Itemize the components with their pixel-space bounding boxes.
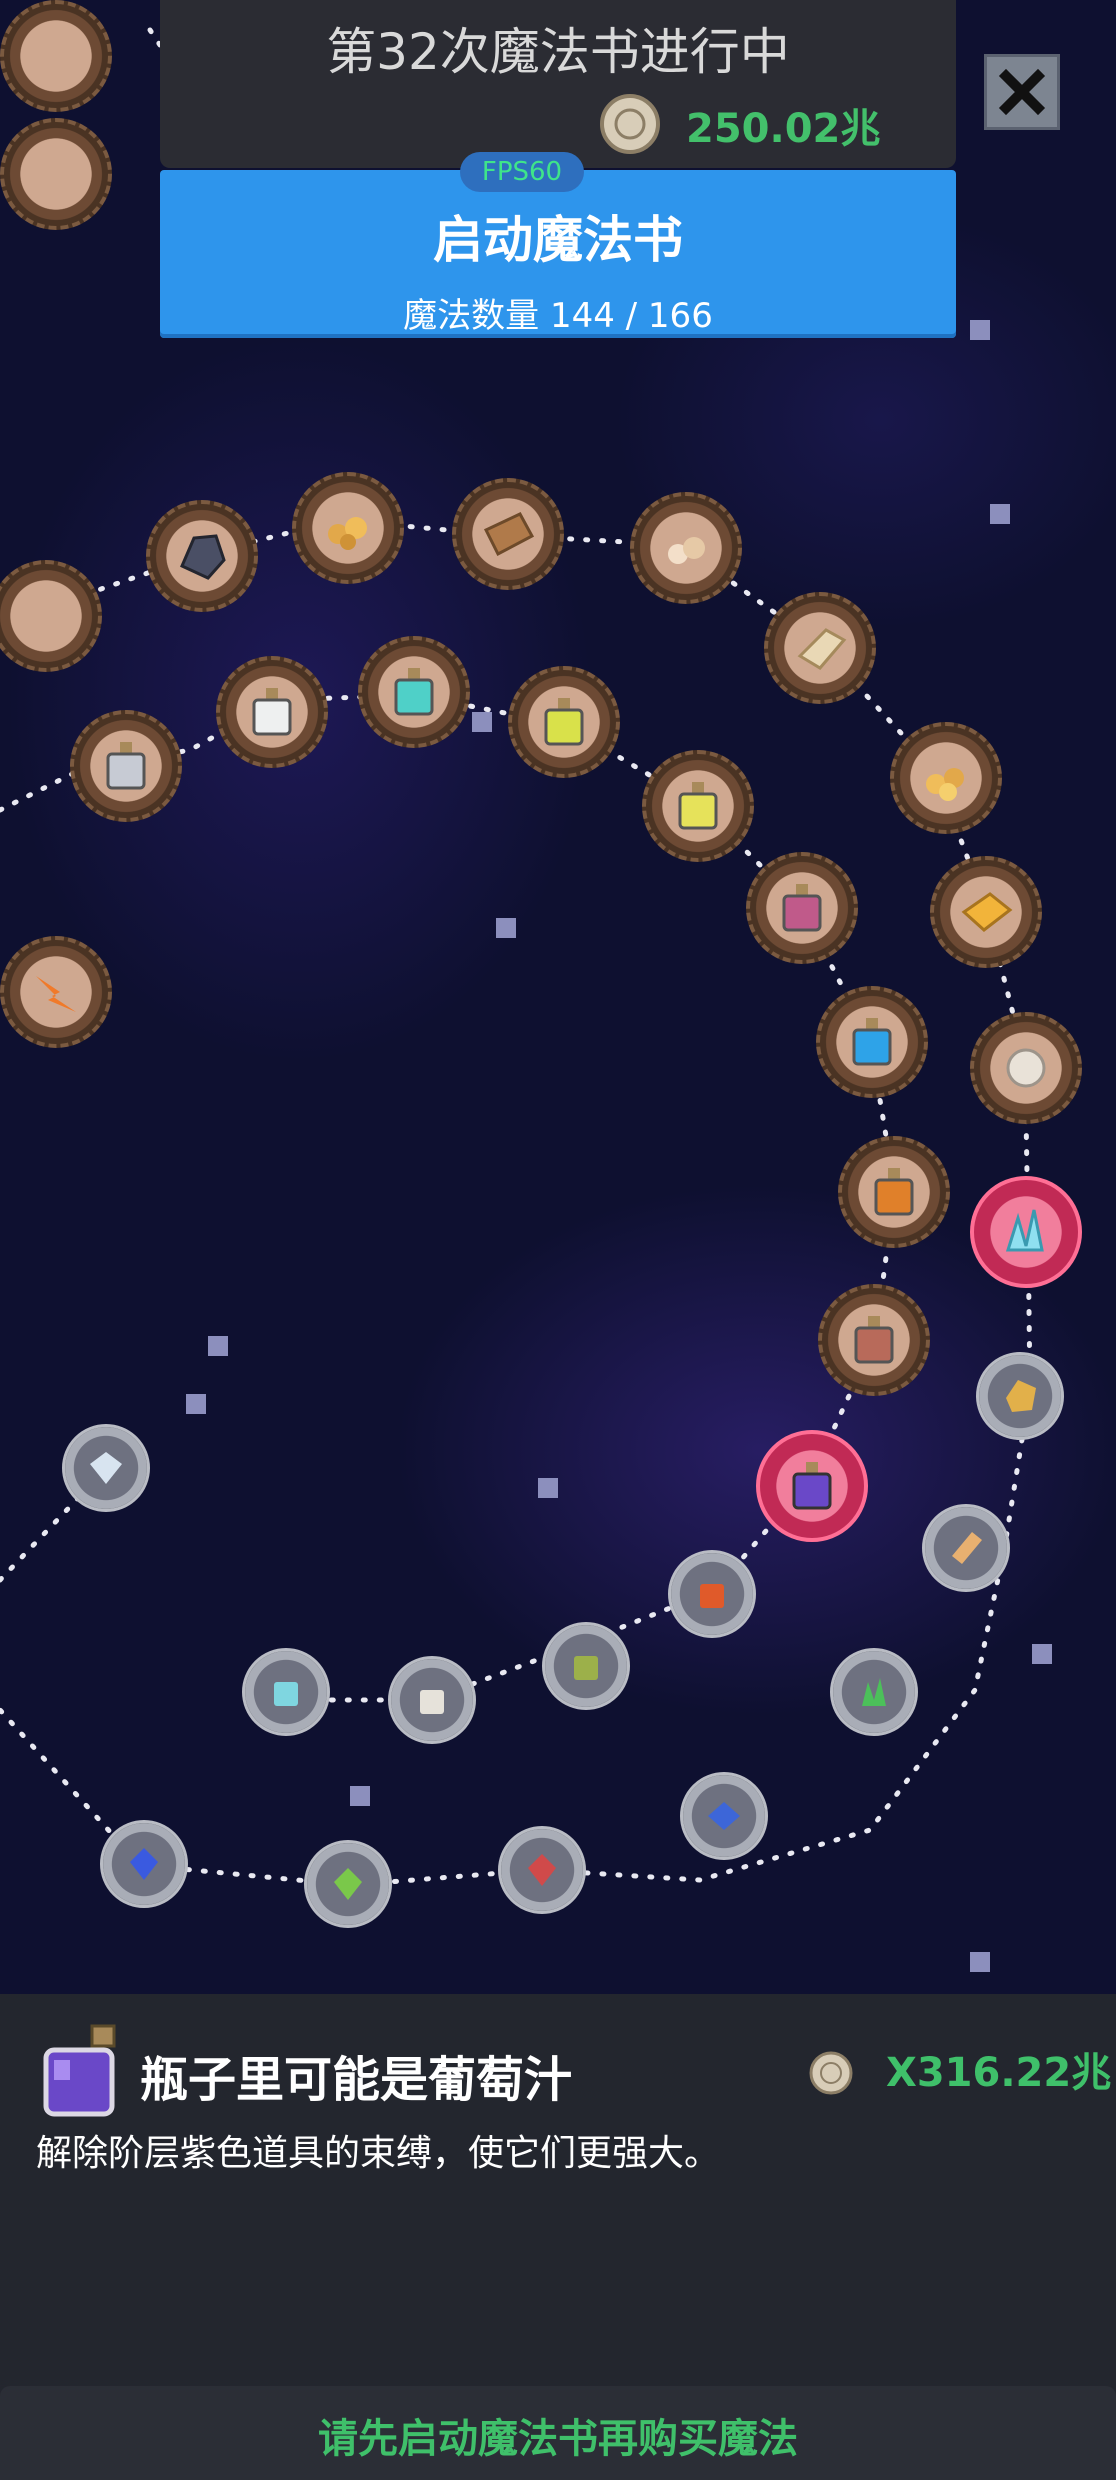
spell-node-locked[interactable]: [100, 1820, 188, 1908]
spell-node[interactable]: [146, 500, 258, 612]
green-crystal-icon: [862, 1678, 886, 1706]
spell-node-locked[interactable]: [498, 1826, 586, 1914]
bread-icon: [797, 628, 847, 670]
spell-node[interactable]: [930, 856, 1042, 968]
spell-node[interactable]: [216, 656, 328, 768]
spell-node[interactable]: [642, 750, 754, 862]
spell-node[interactable]: [0, 936, 112, 1048]
spell-node-selected[interactable]: [756, 1430, 868, 1542]
wood-plank-icon: [483, 512, 535, 557]
spell-node-locked[interactable]: [976, 1352, 1064, 1440]
spell-node-locked[interactable]: [62, 1424, 150, 1512]
potion-icon: [874, 1168, 914, 1216]
buy-magic-button[interactable]: 请先启动魔法书再购买魔法: [0, 2386, 1116, 2480]
spell-node-locked[interactable]: [680, 1772, 768, 1860]
potion-icon: [678, 782, 718, 830]
spell-node[interactable]: [508, 666, 620, 778]
magic-count: 魔法数量 144 / 166: [403, 296, 713, 336]
white-potion-icon: [420, 1690, 444, 1714]
pearl-icon: [1006, 1048, 1046, 1088]
coin-icon: [600, 94, 660, 154]
gold-nuggets-icon: [926, 768, 964, 801]
lightning-arrow-icon: [36, 976, 76, 1012]
spell-node[interactable]: [452, 478, 564, 590]
currency-amount: 250.02兆: [686, 106, 881, 152]
spell-node[interactable]: [292, 472, 404, 584]
purple-potion-icon: [792, 1462, 832, 1510]
potion-icon: [544, 698, 584, 746]
ruby-icon: [528, 1854, 556, 1886]
spell-node[interactable]: [818, 1284, 930, 1396]
spell-node[interactable]: [816, 986, 928, 1098]
gold-ore-icon: [1006, 1380, 1036, 1412]
spell-node-locked[interactable]: [304, 1840, 392, 1928]
potion-icon: [854, 1316, 894, 1364]
item-name: 瓶子里可能是葡萄汁: [140, 2052, 573, 2108]
potion-icon: [852, 1018, 892, 1066]
red-potion-icon: [700, 1584, 724, 1608]
spell-node-locked[interactable]: [922, 1504, 1010, 1592]
gold-nuggets-icon: [668, 537, 705, 564]
spell-node-locked[interactable]: [830, 1648, 918, 1736]
item-description: 解除阶层紫色道具的束缚，使它们更强大。: [36, 2133, 721, 2174]
progress-header: 第32次魔法书进行中 250.02兆: [160, 0, 956, 168]
coin-icon: [809, 2051, 853, 2095]
stone-icon: [180, 534, 226, 580]
buy-button-label: 请先启动魔法书再购买魔法: [318, 2416, 798, 2462]
olive-potion-icon: [574, 1656, 598, 1680]
spell-node-locked[interactable]: [242, 1648, 330, 1736]
fps-badge: FPS60: [460, 152, 584, 192]
start-magic-book-button[interactable]: 启动魔法书 魔法数量 144 / 166: [160, 170, 956, 338]
item-price: X316.22兆: [886, 2050, 1112, 2096]
spell-node[interactable]: [746, 852, 858, 964]
spell-node[interactable]: [764, 592, 876, 704]
close-button[interactable]: [984, 54, 1060, 130]
spell-node[interactable]: [630, 492, 742, 604]
diamond-icon: [90, 1452, 122, 1484]
purple-potion-icon: [43, 2024, 116, 2117]
spell-node-locked[interactable]: [542, 1622, 630, 1710]
spell-node[interactable]: [0, 0, 112, 112]
blue-gem-icon: [130, 1848, 158, 1880]
spell-node[interactable]: [358, 636, 470, 748]
spell-node[interactable]: [838, 1136, 950, 1248]
potion-icon: [782, 884, 822, 932]
crystal-cluster-icon: [1005, 1209, 1044, 1252]
spell-node-locked[interactable]: [388, 1656, 476, 1744]
spell-node-locked[interactable]: [668, 1550, 756, 1638]
emerald-icon: [334, 1868, 362, 1900]
potion-icon: [394, 668, 434, 716]
spell-node[interactable]: [70, 710, 182, 822]
spell-node[interactable]: [890, 722, 1002, 834]
start-button-label: 启动魔法书: [433, 211, 683, 269]
bread-icon: [952, 1532, 982, 1564]
page-title: 第32次魔法书进行中: [326, 23, 790, 81]
gold-bar-icon: [961, 892, 1013, 932]
potion-icon: [106, 742, 146, 790]
spell-node[interactable]: [0, 118, 112, 230]
gold-nuggets-icon: [328, 517, 367, 550]
spell-node[interactable]: [970, 1012, 1082, 1124]
potion-icon: [252, 688, 292, 736]
spell-node-active[interactable]: [970, 1176, 1082, 1288]
sapphire-icon: [708, 1802, 740, 1830]
rainbow-potion-icon: [274, 1682, 298, 1706]
close-icon: [998, 68, 1046, 116]
